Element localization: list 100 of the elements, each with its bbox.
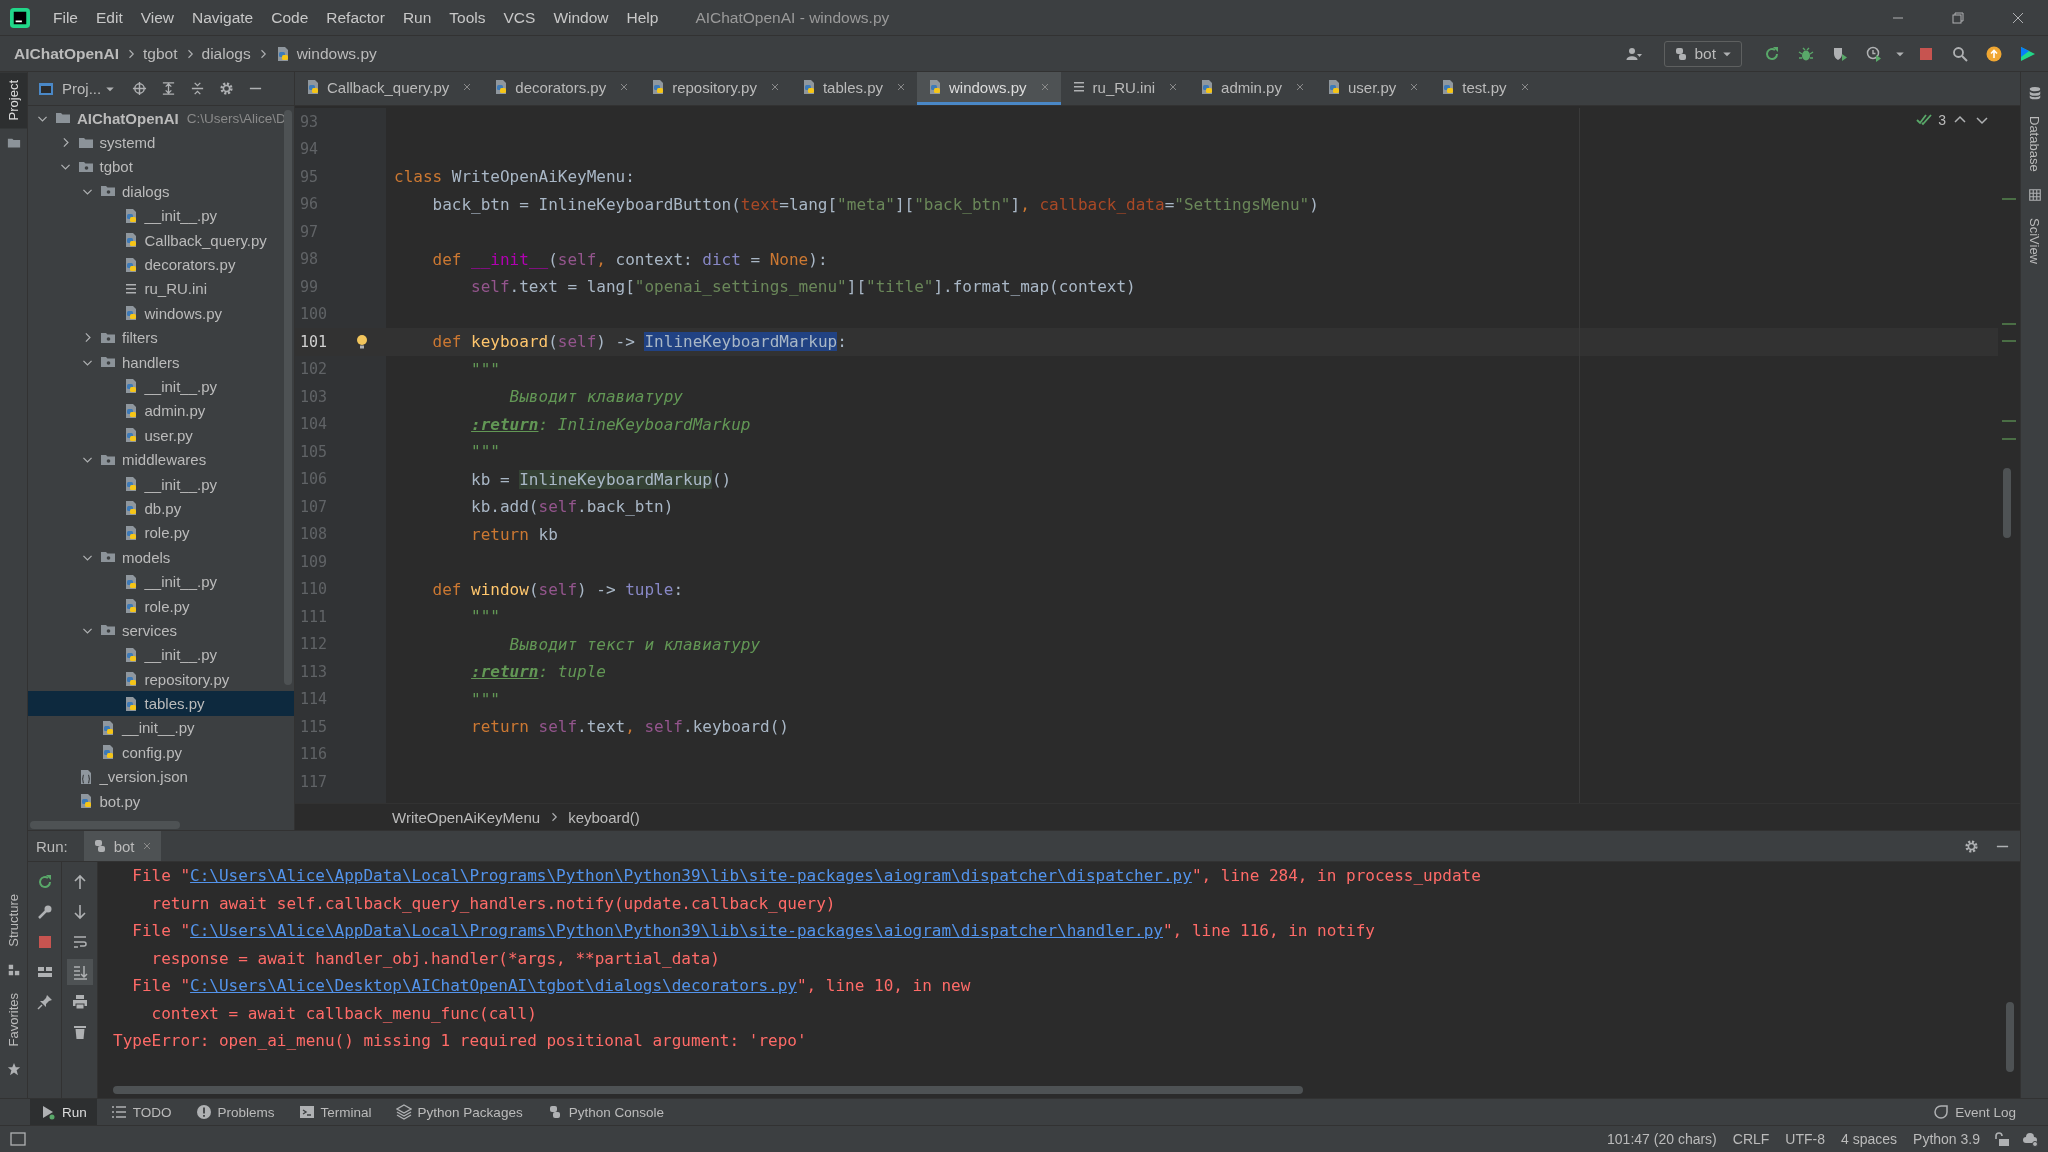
- rerun-icon[interactable]: [36, 874, 53, 890]
- file-link[interactable]: C:\Users\Alice\Desktop\AIChatOpenAI\tgbot\dialogs\decorators.py: [190, 976, 797, 996]
- scrollbar-thumb[interactable]: [2006, 1002, 2014, 1072]
- tool-window-tab[interactable]: Python Console: [536, 1099, 674, 1125]
- menu-item[interactable]: Run: [393, 8, 441, 27]
- editor-tab[interactable]: ru_RU.ini: [1060, 72, 1190, 105]
- tree-item[interactable]: dialogs: [28, 179, 294, 204]
- file-link[interactable]: C:\Users\Alice\AppData\Local\Programs\Python\Python39\lib\site-packages\aiogram\dispatcher\handler.py: [190, 921, 1163, 941]
- editor-tab[interactable]: windows.py: [917, 72, 1061, 105]
- printer-icon[interactable]: [71, 994, 88, 1010]
- tool-window-tab[interactable]: Python Packages: [385, 1099, 533, 1125]
- tree-item[interactable]: db.py: [28, 496, 294, 521]
- side-tab[interactable]: Structure: [0, 885, 27, 955]
- search-icon[interactable]: [1952, 45, 1968, 62]
- window-icon[interactable]: [10, 1131, 26, 1147]
- editor-tab[interactable]: Callback_query.py: [295, 72, 484, 105]
- tree-item[interactable]: tables.py: [28, 691, 294, 716]
- crosshair-icon[interactable]: [132, 81, 148, 96]
- tree-item[interactable]: config.py: [28, 740, 294, 765]
- scrollbar-thumb[interactable]: [30, 821, 180, 829]
- menu-item[interactable]: Window: [544, 8, 618, 27]
- tree-item[interactable]: repository.py: [28, 667, 294, 692]
- menu-item[interactable]: Refactor: [317, 8, 394, 27]
- breadcrumb[interactable]: AIChatOpenAI: [14, 44, 120, 63]
- layout-icon[interactable]: [36, 964, 53, 980]
- menu-item[interactable]: View: [131, 8, 184, 27]
- lightbulb-icon[interactable]: [354, 333, 370, 350]
- tree-item[interactable]: Callback_query.py: [28, 227, 294, 253]
- unlocked-icon[interactable]: [1994, 1131, 2010, 1147]
- tree-item[interactable]: AIChatOpenAI C:\Users\Alice\D: [28, 106, 294, 131]
- tree-item[interactable]: __init__.py: [28, 715, 294, 741]
- expand-all-icon[interactable]: [161, 81, 177, 96]
- tool-window-tab[interactable]: TODO: [100, 1099, 182, 1125]
- console-tab[interactable]: bot: [83, 831, 161, 861]
- clock-run-icon[interactable]: [1866, 45, 1882, 62]
- settings-icon[interactable]: [1964, 838, 1979, 854]
- shield-run-icon[interactable]: [1832, 45, 1848, 62]
- tree-item[interactable]: systemd: [28, 130, 294, 155]
- breadcrumb[interactable]: WriteOpenAiKeyMenu: [392, 808, 541, 826]
- tree-item[interactable]: ru_RU.ini: [28, 276, 294, 302]
- tree-item[interactable]: decorators.py: [28, 252, 294, 277]
- file-link[interactable]: C:\Users\Alice\AppData\Local\Programs\Python\Python39\lib\site-packages\aiogram\dispatcher\dispatcher.py: [190, 866, 1192, 886]
- scrollbar-thumb[interactable]: [113, 1086, 1303, 1094]
- tree-item[interactable]: role.py: [28, 593, 294, 619]
- tree-item[interactable]: handlers: [28, 349, 294, 375]
- editor-tab[interactable]: test.py: [1430, 72, 1541, 105]
- close-icon[interactable]: [895, 81, 907, 93]
- event-log-button[interactable]: Event Log: [1923, 1099, 2026, 1125]
- side-tab[interactable]: Project: [0, 72, 27, 129]
- breadcrumb[interactable]: dialogs: [201, 44, 251, 63]
- grid-icon[interactable]: [2027, 187, 2042, 202]
- editor-tab[interactable]: decorators.py: [483, 72, 641, 105]
- bug-icon[interactable]: [1798, 45, 1814, 62]
- run-config-dropdown[interactable]: bot: [1664, 40, 1742, 67]
- blocks-icon[interactable]: [6, 962, 21, 977]
- breadcrumb[interactable]: keyboard(): [568, 808, 640, 826]
- triangle-logo-icon[interactable]: [2020, 45, 2036, 62]
- scrollbar-thumb[interactable]: [2003, 468, 2011, 538]
- side-tab[interactable]: Favorites: [0, 984, 27, 1054]
- wrench-icon[interactable]: [36, 904, 53, 920]
- editor-tab[interactable]: tables.py: [790, 72, 917, 105]
- editor-tab[interactable]: admin.py: [1189, 72, 1316, 105]
- collapse-all-icon[interactable]: [190, 81, 206, 96]
- tree-item[interactable]: user.py: [28, 423, 294, 448]
- database-icon[interactable]: [2027, 86, 2042, 100]
- tree-item[interactable]: middlewares: [28, 447, 294, 472]
- menu-item[interactable]: Edit: [87, 8, 132, 27]
- status-item[interactable]: 4 spaces: [1839, 1131, 1900, 1147]
- status-item[interactable]: 101:47 (20 chars): [1605, 1131, 1719, 1147]
- soft-wrap-icon[interactable]: [71, 934, 88, 950]
- user-icon[interactable]: [1626, 45, 1643, 62]
- tree-item[interactable]: windows.py: [28, 301, 294, 326]
- stop-icon[interactable]: [36, 934, 53, 950]
- breadcrumb[interactable]: tgbot: [143, 44, 178, 63]
- trash-icon[interactable]: [71, 1024, 88, 1040]
- side-tab[interactable]: Database: [2021, 108, 2048, 180]
- tool-window-tab[interactable]: Problems: [185, 1099, 285, 1125]
- rerun-icon[interactable]: [1764, 45, 1780, 62]
- pin-icon[interactable]: [36, 994, 53, 1010]
- star-icon[interactable]: [6, 1062, 21, 1076]
- update-icon[interactable]: [1986, 45, 2002, 62]
- arrow-down-icon[interactable]: [71, 904, 88, 920]
- breadcrumb[interactable]: windows.py: [296, 44, 377, 63]
- restore-icon[interactable]: [1950, 9, 1966, 26]
- menu-item[interactable]: VCS: [494, 8, 545, 27]
- settings-icon[interactable]: [219, 81, 235, 96]
- tool-window-tab[interactable]: Run: [30, 1099, 97, 1125]
- menu-item[interactable]: Code: [262, 8, 318, 27]
- tree-item[interactable]: __init__.py: [28, 569, 294, 594]
- tree-item[interactable]: filters: [28, 325, 294, 350]
- menu-item[interactable]: Help: [617, 8, 668, 27]
- tree-item[interactable]: __init__.py: [28, 374, 294, 399]
- tree-item[interactable]: bot.py: [28, 788, 294, 814]
- side-tab[interactable]: SciView: [2021, 209, 2048, 272]
- tree-item[interactable]: role.py: [28, 520, 294, 546]
- tree-item[interactable]: __init__.py: [28, 471, 294, 497]
- status-item[interactable]: CRLF: [1730, 1131, 1772, 1147]
- project-view-dropdown[interactable]: Proj...: [38, 80, 117, 97]
- menu-item[interactable]: Navigate: [183, 8, 263, 27]
- tool-window-tab[interactable]: Terminal: [288, 1099, 382, 1125]
